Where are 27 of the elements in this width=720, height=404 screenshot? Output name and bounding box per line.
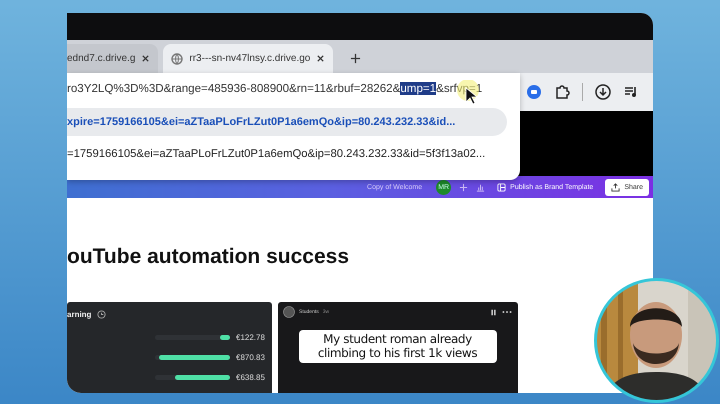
globe-icon (171, 52, 184, 64)
card-title: arning (67, 310, 92, 318)
earnings-amount: €122.78 (236, 333, 266, 342)
extension-icon[interactable] (526, 84, 542, 100)
earnings-amount: €638.85 (236, 373, 266, 382)
add-icon[interactable] (459, 182, 468, 192)
puzzle-icon[interactable] (554, 84, 570, 100)
pause-icon[interactable] (489, 308, 498, 316)
close-icon[interactable] (316, 54, 326, 63)
more-icon[interactable] (502, 310, 512, 314)
chart-icon[interactable] (476, 182, 486, 192)
browser-tab[interactable]: ednd7.c.drive.g (67, 44, 158, 73)
clock-icon (97, 310, 106, 318)
address-field[interactable]: ro3Y2LQ%3D%3D&range=485936-808900&rn=11&rbuf=28262&ump=1&srfvp=1 (67, 82, 520, 108)
media-icon[interactable] (623, 84, 639, 100)
post-caption: My student roman already climbing to his first 1k views (298, 330, 496, 363)
browser-tab[interactable]: rr3---sn-nv47lnsy.c.drive.go (163, 44, 334, 73)
new-tab-icon[interactable] (350, 53, 362, 64)
close-icon[interactable] (141, 54, 150, 63)
suggestion-item[interactable]: =1759166105&ei=aZTaaPLoFrLZut0P1a6emQo&ip=80.243.232.33&id=5f3f13a02... (67, 140, 507, 168)
template-icon (497, 182, 506, 192)
avatar-icon (283, 306, 295, 318)
page-heading: ouTube automation success (67, 246, 350, 267)
share-icon (611, 182, 620, 192)
download-icon[interactable] (595, 84, 611, 100)
suggestion-item[interactable]: xpire=1759166105&ei=aZTaaPLoFrLZut0P1a6emQo&ip=80.243.232.33&id... (67, 108, 507, 136)
earnings-amount: €870.83 (236, 353, 266, 362)
